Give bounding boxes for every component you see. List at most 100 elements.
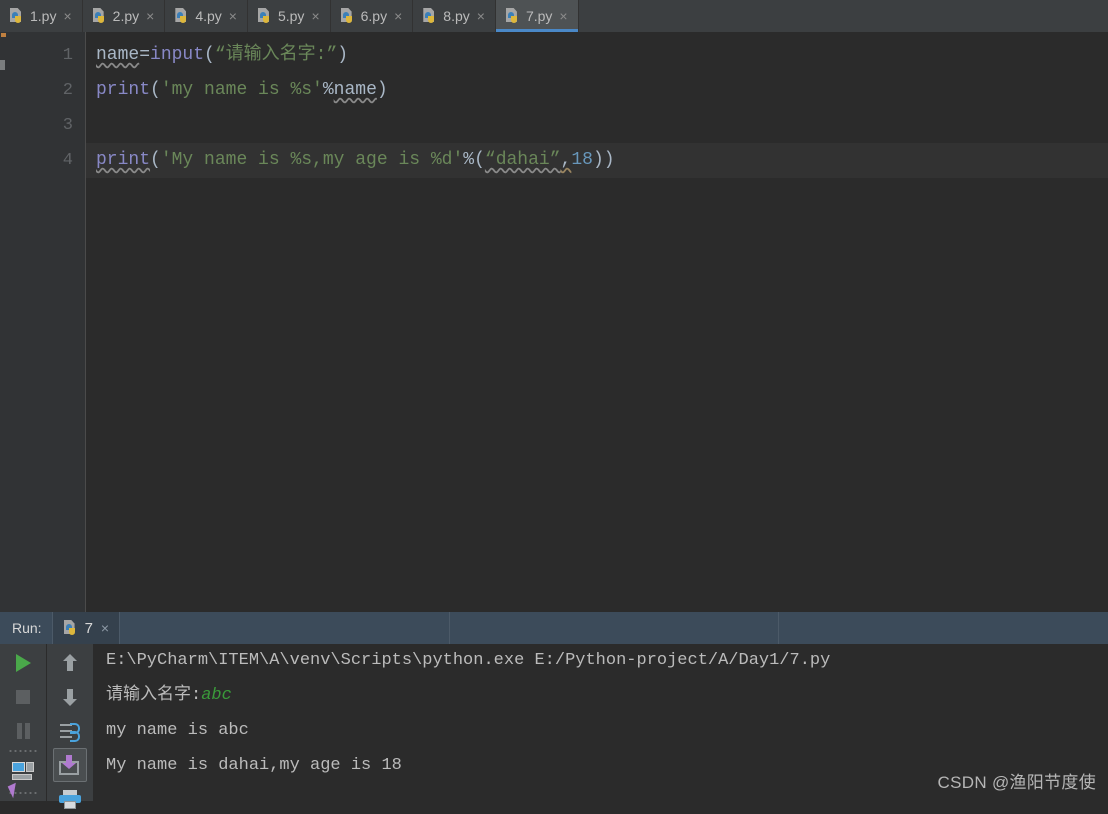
close-icon[interactable]: × — [311, 9, 319, 23]
rerun-button[interactable] — [8, 648, 38, 678]
close-icon[interactable]: × — [394, 9, 402, 23]
editor-tab-label: 1.py — [30, 8, 57, 24]
run-toolbar-right — [47, 644, 93, 809]
code-token: ( — [150, 150, 161, 170]
python-file-icon — [174, 8, 190, 24]
code-token: = — [139, 45, 151, 65]
code-token: 18 — [571, 150, 593, 170]
python-file-icon — [92, 8, 108, 24]
python-file-icon — [9, 8, 25, 24]
code-token: ( — [204, 45, 215, 65]
code-line[interactable]: print('my name is %s'%name) — [96, 73, 388, 108]
code-line[interactable]: name=input(“请输入名字:”) — [96, 38, 348, 73]
code-token: , — [560, 150, 572, 170]
scrollbar-thumb[interactable] — [0, 60, 5, 70]
arrow-up-icon — [62, 654, 78, 672]
close-icon[interactable]: × — [559, 9, 567, 23]
line-number: 2 — [62, 81, 73, 100]
scroll-to-end-button[interactable] — [53, 748, 87, 782]
play-icon — [15, 654, 31, 672]
stop-icon — [16, 690, 30, 704]
code-token: ( — [150, 80, 161, 100]
python-file-icon — [63, 620, 79, 636]
editor-tab-2-py[interactable]: 2.py × — [83, 0, 166, 32]
code-token: 'My name is %s,my age is %d' — [160, 150, 464, 170]
editor-tab-label: 7.py — [525, 8, 553, 24]
print-button[interactable] — [55, 784, 85, 814]
editor-tab-8-py[interactable]: 8.py × — [413, 0, 496, 32]
code-token: name — [333, 80, 377, 100]
run-header-filler-1 — [120, 612, 449, 644]
editor-tab-5-py[interactable]: 5.py × — [248, 0, 331, 32]
soft-wrap-button[interactable] — [55, 716, 85, 746]
editor-tab-4-py[interactable]: 4.py × — [165, 0, 248, 32]
console-user-input: abc — [201, 686, 232, 705]
python-file-icon — [422, 8, 438, 24]
pause-button[interactable] — [8, 716, 38, 746]
pause-icon — [16, 723, 30, 739]
editor-tab-label: 2.py — [112, 8, 140, 24]
run-header-filler-3 — [779, 612, 1108, 644]
code-token: % — [463, 150, 475, 170]
close-icon[interactable]: × — [146, 9, 154, 23]
python-file-icon — [340, 8, 356, 24]
code-token: “dahai” — [484, 150, 561, 170]
up-button[interactable] — [55, 648, 85, 678]
editor-tab-label: 4.py — [195, 8, 222, 24]
close-icon[interactable]: × — [101, 621, 109, 635]
editor-tab-1-py[interactable]: 1.py × — [0, 0, 83, 32]
code-token: ) — [337, 45, 349, 65]
console-line: My name is dahai,my age is 18 — [106, 756, 402, 775]
console-line: E:\PyCharm\ITEM\A\venv\Scripts\python.ex… — [106, 651, 831, 670]
down-button[interactable] — [55, 682, 85, 712]
code-token: print — [96, 150, 151, 170]
python-file-icon — [505, 8, 521, 24]
print-icon — [59, 789, 81, 809]
editor-tab-label: 5.py — [277, 8, 305, 24]
run-configuration-tab[interactable]: 7 × — [52, 612, 121, 644]
show-console-button[interactable] — [8, 756, 38, 786]
code-token: ( — [474, 150, 485, 170]
line-number: 4 — [62, 151, 73, 170]
code-token: % — [322, 80, 334, 100]
line-number: 3 — [62, 116, 73, 135]
code-token: 'my name is %s' — [160, 80, 323, 100]
close-icon[interactable]: × — [477, 9, 485, 23]
arrow-down-icon — [62, 688, 78, 706]
line-number: 1 — [62, 46, 73, 65]
watermark: CSDN @渔阳节度使 — [937, 773, 1096, 792]
soft-wrap-icon — [60, 722, 80, 742]
editor-tab-7-py[interactable]: 7.py × — [495, 0, 579, 32]
code-token: )) — [592, 150, 615, 170]
code-editor[interactable]: 1234 name=input(“请输入名字:”) print('my name … — [0, 32, 1108, 612]
code-line[interactable]: print('My name is %s,my age is %d'%(“dah… — [96, 143, 615, 178]
code-token: print — [96, 80, 151, 100]
toolbar-drag-handle[interactable] — [8, 748, 38, 754]
console-line: my name is abc — [106, 721, 249, 740]
console-icon — [12, 762, 34, 780]
code-token: input — [150, 45, 205, 65]
pycharm-window: 1.py × 2.py × 4.py × 5.py × 6.py × 8.py × 7.py × 1 2 3 4… — [0, 0, 1108, 809]
close-icon[interactable]: × — [63, 9, 71, 23]
close-icon[interactable]: × — [229, 9, 237, 23]
editor-code-area[interactable]: name=input(“请输入名字:”) print('my name is %s… — [86, 32, 1108, 612]
code-token: ) — [376, 80, 388, 100]
code-token: “请输入名字:” — [214, 45, 338, 65]
run-label: Run: — [0, 612, 53, 644]
run-toolbar-left — [0, 644, 47, 801]
editor-tab-6-py[interactable]: 6.py × — [331, 0, 414, 32]
editor-tab-bar: 1.py × 2.py × 4.py × 5.py × 6.py × 8.py × 7.py × — [0, 0, 1108, 32]
editor-tab-label: 8.py — [443, 8, 470, 24]
stop-button[interactable] — [8, 682, 38, 712]
run-tab-label: 7 — [84, 619, 93, 637]
scroll-to-end-icon — [59, 755, 81, 775]
run-header-filler-2 — [450, 612, 779, 644]
run-tool-window-header: Run: 7 × — [0, 612, 1108, 644]
editor-gutter[interactable]: 1 2 3 4 — [8, 32, 86, 612]
error-marker-icon — [1, 33, 6, 37]
code-token: name — [96, 45, 140, 65]
console-prompt-text: 请输入名字: — [106, 686, 202, 705]
python-file-icon — [257, 8, 273, 24]
console-line: 请输入名字:abc — [106, 678, 232, 713]
editor-tab-label: 6.py — [360, 8, 388, 24]
